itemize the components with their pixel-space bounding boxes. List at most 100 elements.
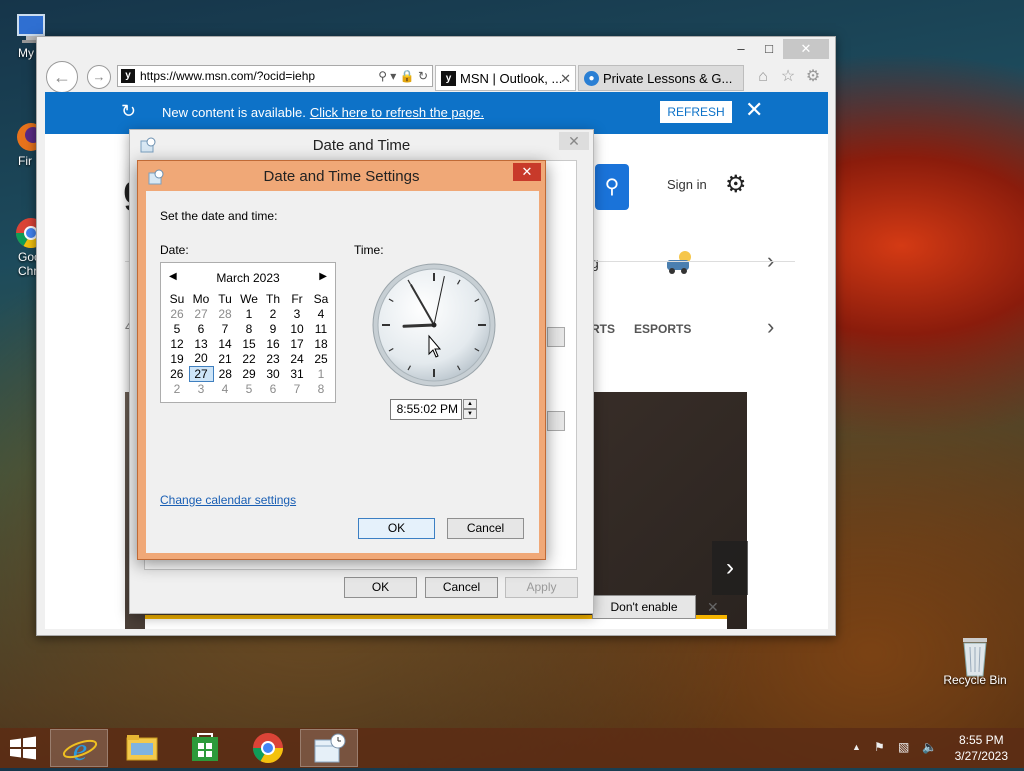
tab-private-lessons[interactable]: ● Private Lessons & G... <box>578 65 744 91</box>
refresh-button[interactable]: REFRESH <box>660 101 732 123</box>
search-button[interactable]: ⚲ <box>595 164 629 210</box>
spin-down-icon[interactable]: ▼ <box>463 409 477 419</box>
calendar-day[interactable]: 14 <box>213 336 237 351</box>
calendar-day[interactable]: 3 <box>189 381 213 396</box>
ok-button[interactable]: OK <box>358 518 435 539</box>
date-label: Date: <box>160 243 189 257</box>
address-tools: ⚲ ▾ 🔒 ↻ <box>378 69 428 83</box>
refresh-icon: ↻ <box>121 101 137 121</box>
calendar-day[interactable]: 7 <box>285 381 309 396</box>
nav-item-sports[interactable]: RTS <box>591 322 615 336</box>
calendar-day[interactable]: 13 <box>189 336 213 351</box>
calendar-day[interactable]: 5 <box>237 381 261 396</box>
taskbar-clock[interactable]: 8:55 PM 3/27/2023 <box>955 732 1008 764</box>
action-center-flag-icon[interactable]: ⚑ <box>874 740 885 754</box>
calendar-day[interactable]: 8 <box>309 381 333 396</box>
show-hidden-icons-icon[interactable]: ▲ <box>852 742 861 752</box>
calendar-day[interactable]: 29 <box>237 366 261 381</box>
panel-button-fragment[interactable] <box>547 411 565 431</box>
cancel-button[interactable]: Cancel <box>425 577 498 598</box>
ok-button[interactable]: OK <box>344 577 417 598</box>
spin-up-icon[interactable]: ▲ <box>463 399 477 409</box>
calendar-day[interactable]: 26 <box>165 366 189 381</box>
dont-enable-button[interactable]: Don't enable <box>592 595 696 619</box>
image-next-button[interactable]: › <box>712 541 748 595</box>
minimize-button[interactable]: – <box>727 39 755 59</box>
nav-next-icon[interactable]: › <box>767 314 774 340</box>
instruction-text: Set the date and time: <box>160 209 278 223</box>
calendar-day[interactable]: 8 <box>237 321 261 336</box>
calendar-day[interactable]: 1 <box>309 366 333 381</box>
favorites-star-icon[interactable]: ☆ <box>778 67 798 87</box>
settings-gear-icon[interactable]: ⚙ <box>803 67 823 87</box>
calendar-day[interactable]: 17 <box>285 336 309 351</box>
calendar-day[interactable]: 26 <box>165 306 189 321</box>
calendar-day[interactable]: 4 <box>213 381 237 396</box>
time-spinner[interactable]: ▲ ▼ <box>463 399 477 420</box>
calendar-day[interactable]: 24 <box>285 351 309 366</box>
calendar-day[interactable]: 21 <box>213 351 237 366</box>
taskbar-chrome[interactable] <box>239 729 297 767</box>
taskbar-internet-explorer[interactable]: e <box>50 729 108 767</box>
taskbar-store[interactable] <box>176 729 234 767</box>
calendar-day[interactable]: 27 <box>189 306 213 321</box>
calendar-day[interactable]: 10 <box>285 321 309 336</box>
network-icon[interactable]: ▧ <box>898 740 909 754</box>
calendar-day[interactable]: 18 <box>309 336 333 351</box>
calendar-day[interactable]: 12 <box>165 336 189 351</box>
desktop-icon-recycle-bin[interactable]: Recycle Bin <box>940 632 1010 687</box>
calendar-day[interactable]: 9 <box>261 321 285 336</box>
calendar-day[interactable]: 1 <box>237 306 261 321</box>
refresh-link[interactable]: Click here to refresh the page. <box>310 105 484 120</box>
address-bar[interactable]: y https://www.msn.com/?ocid=iehp ⚲ ▾ 🔒 ↻ <box>117 65 433 87</box>
home-icon[interactable]: ⌂ <box>753 67 773 87</box>
calendar-day[interactable]: 31 <box>285 366 309 381</box>
tab-close-icon[interactable]: ✕ <box>560 66 571 90</box>
calendar-day[interactable]: 22 <box>237 351 261 366</box>
cancel-button[interactable]: Cancel <box>447 518 524 539</box>
start-button[interactable] <box>8 736 38 760</box>
calendar-day[interactable]: 25 <box>309 351 333 366</box>
time-input[interactable]: 8:55:02 PM <box>390 399 462 420</box>
tab-msn[interactable]: y MSN | Outlook, ... ✕ <box>435 65 576 91</box>
nav-item-esports[interactable]: ESPORTS <box>634 322 691 336</box>
calendar-day[interactable]: 11 <box>309 321 333 336</box>
taskbar-file-explorer[interactable] <box>113 729 171 767</box>
calendar-day[interactable]: 2 <box>165 381 189 396</box>
close-button[interactable]: ✕ <box>783 39 829 59</box>
calendar-day[interactable]: 2 <box>261 306 285 321</box>
change-calendar-settings-link[interactable]: Change calendar settings <box>160 493 296 507</box>
dialog-close-button[interactable]: ✕ <box>559 132 589 150</box>
calendar-day[interactable]: 27 <box>188 365 214 382</box>
volume-muted-icon[interactable]: 🔈 <box>922 740 937 754</box>
calendar-day[interactable]: 15 <box>237 336 261 351</box>
calendar-month-header[interactable]: March 2023 <box>161 271 335 285</box>
msn-settings-gear-icon[interactable]: ⚙ <box>725 170 747 199</box>
dialog-close-button[interactable]: ✕ <box>513 163 541 181</box>
calendar-day[interactable]: 6 <box>189 321 213 336</box>
recycle-bin-label: Recycle Bin <box>943 673 1007 687</box>
apply-button[interactable]: Apply <box>505 577 578 598</box>
panel-button-fragment[interactable] <box>547 327 565 347</box>
maximize-button[interactable]: □ <box>755 39 783 59</box>
dialog-title: Date and Time <box>312 137 411 154</box>
next-month-icon[interactable]: ▶ <box>319 271 327 282</box>
notification-close-icon[interactable]: ✕ <box>745 99 763 121</box>
calendar-day[interactable]: 3 <box>285 306 309 321</box>
calendar-day[interactable]: 16 <box>261 336 285 351</box>
calendar-day[interactable]: 28 <box>213 306 237 321</box>
calendar-day[interactable]: 28 <box>213 366 237 381</box>
calendar-day[interactable]: 4 <box>309 306 333 321</box>
calendar-day[interactable]: 7 <box>213 321 237 336</box>
calendar-day[interactable]: 23 <box>261 351 285 366</box>
calendar-day[interactable]: 19 <box>165 351 189 366</box>
back-button[interactable]: ← <box>46 61 78 93</box>
taskbar-date-time[interactable] <box>300 729 358 767</box>
calendar-day[interactable]: 20 <box>189 351 213 366</box>
extension-bar-close-icon[interactable]: ✕ <box>707 599 719 616</box>
sign-in-link[interactable]: Sign in <box>667 177 707 192</box>
calendar-day[interactable]: 6 <box>261 381 285 396</box>
forward-button[interactable]: → <box>87 65 111 89</box>
calendar-day[interactable]: 5 <box>165 321 189 336</box>
calendar-day[interactable]: 30 <box>261 366 285 381</box>
